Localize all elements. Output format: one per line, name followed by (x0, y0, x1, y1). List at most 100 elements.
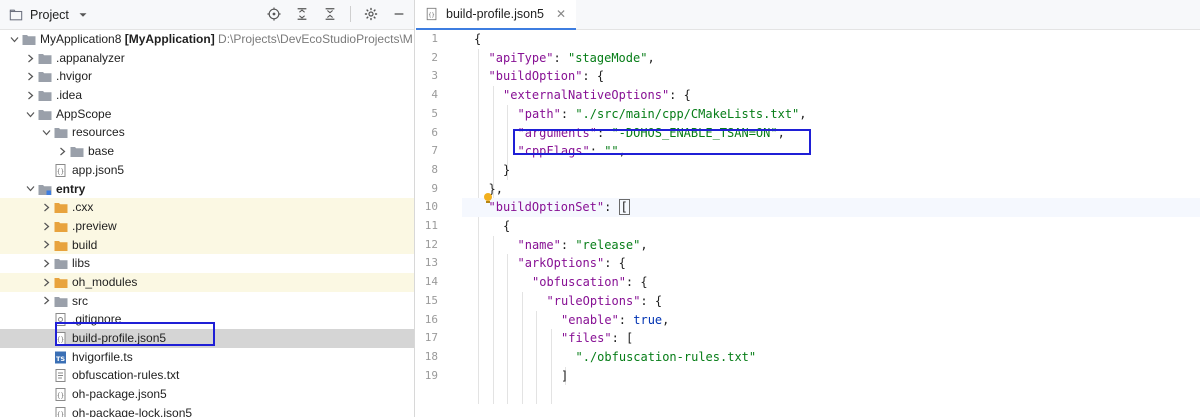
tree-item-hvigorfile-ts[interactable]: TS hvigorfile.ts (0, 348, 414, 367)
code-line[interactable]: "enable": true, (462, 311, 1200, 330)
tree-item-appanalyzer[interactable]: .appanalyzer (0, 49, 414, 68)
code-line[interactable]: "files": [ (462, 329, 1200, 348)
code-line[interactable]: "./obfuscation-rules.txt" (462, 348, 1200, 367)
tree-item-src[interactable]: src (0, 292, 414, 311)
code-line[interactable]: "externalNativeOptions": { (462, 86, 1200, 105)
code-line[interactable]: "arkOptions": { (462, 254, 1200, 273)
gear-icon[interactable] (363, 6, 379, 22)
hide-icon[interactable] (391, 6, 407, 22)
folder-icon (38, 108, 52, 120)
orange-folder-icon (54, 239, 68, 251)
tree-item-build-profile-json5[interactable]: {} build-profile.json5 (0, 329, 414, 348)
tree-item-label: .gitignore (72, 310, 121, 329)
code-line[interactable]: "path": "./src/main/cpp/CMakeLists.txt", (462, 105, 1200, 124)
collapse-all-icon[interactable] (322, 6, 338, 22)
code-line[interactable]: "name": "release", (462, 236, 1200, 255)
chevron-right-icon[interactable] (56, 142, 68, 161)
folder-icon (54, 257, 68, 270)
chevron-right-icon[interactable] (40, 273, 52, 292)
svg-text:{}: {} (57, 393, 64, 400)
line-number: 14 (424, 275, 438, 289)
code-area[interactable]: 1 2 3 4 5 6 7 8 9 10 11 12 13 14 15 16 17 18 19 {"apiType"… (416, 30, 1200, 417)
tree-item-oh-modules[interactable]: oh_modules (0, 272, 414, 292)
expand-all-icon[interactable] (294, 6, 310, 22)
chevron-right-icon[interactable] (40, 254, 52, 273)
json-punctuation: } (503, 162, 511, 177)
chevron-right-icon[interactable] (40, 236, 52, 255)
bracket-match: [ (618, 199, 630, 216)
tree-item-idea[interactable]: .idea (0, 86, 414, 105)
tree-item-name: app.json5 (72, 162, 125, 177)
code-line[interactable]: "ruleOptions": { (462, 292, 1200, 311)
svg-text:{}: {} (57, 168, 64, 175)
tree-item-entry[interactable]: entry (0, 180, 414, 199)
tree-item-name: build-profile.json5 (72, 331, 167, 345)
tree-item-gitignore[interactable]: .gitignore (0, 310, 414, 329)
locate-icon[interactable] (266, 6, 282, 22)
tree-item-cxx[interactable]: .cxx (0, 198, 414, 217)
close-icon[interactable]: ✕ (556, 7, 566, 21)
chevron-down-icon[interactable] (75, 7, 91, 23)
line-number: 18 (424, 349, 438, 363)
tree-item-oh-package-lock-json5[interactable]: {} oh-package-lock.json5 (0, 404, 414, 417)
line-number: 10 (424, 200, 438, 214)
line-number: 13 (424, 256, 438, 270)
json-key: "buildOptionSet" (488, 200, 605, 215)
tree-item-myapplication8[interactable]: MyApplication8 [MyApplication] D:\Projec… (0, 30, 414, 49)
code-line[interactable]: "obfuscation": { (462, 273, 1200, 292)
code-line[interactable]: }, (462, 180, 1200, 199)
tab-build-profile-json5[interactable]: {} build-profile.json5 ✕ (416, 0, 577, 30)
code-line[interactable]: "buildOptionSet": [ (462, 198, 1200, 217)
chevron-right-icon[interactable] (40, 217, 52, 236)
chevron-right-icon[interactable] (40, 198, 52, 217)
project-view-selector[interactable]: Project (8, 7, 91, 23)
tree-item-label: .cxx (72, 198, 93, 217)
json-keyword: true (633, 312, 663, 327)
tree-item-resources[interactable]: resources (0, 123, 414, 142)
project-panel-title: Project (30, 8, 69, 22)
code-line[interactable]: ] (462, 367, 1200, 386)
tree-item-label: libs (72, 254, 90, 273)
chevron-down-icon[interactable] (24, 105, 36, 124)
json-punctuation: : [ (611, 331, 634, 346)
code-line[interactable]: { (462, 30, 1200, 49)
code-line[interactable]: "cppFlags": "", (462, 142, 1200, 161)
chevron-right-icon[interactable] (24, 49, 36, 68)
tree-item-base[interactable]: base (0, 142, 414, 161)
json-key: "arguments" (517, 125, 597, 140)
tree-item-build[interactable]: build (0, 235, 414, 255)
lightbulb-icon[interactable] (482, 192, 494, 204)
tree-item-label: resources (72, 123, 125, 142)
tree-item-label: oh-package.json5 (72, 385, 167, 404)
line-number: 3 (431, 69, 438, 83)
chevron-down-icon[interactable] (8, 30, 20, 49)
code-line[interactable]: "arguments": "-DOHOS_ENABLE_TSAN=ON", (462, 124, 1200, 143)
tree-item-hvigor[interactable]: .hvigor (0, 67, 414, 86)
json-string: "./obfuscation-rules.txt" (575, 349, 757, 364)
tree-item-label: app.json5 (72, 161, 124, 180)
chevron-down-icon[interactable] (40, 123, 52, 142)
json-key: "name" (517, 237, 561, 252)
code-line[interactable]: { (462, 217, 1200, 236)
gitignore-file-icon (54, 313, 68, 327)
code-line[interactable]: "buildOption": { (462, 67, 1200, 86)
chevron-right-icon[interactable] (40, 292, 52, 311)
json-punctuation: : (553, 50, 568, 65)
tree-item-oh-package-json5[interactable]: {} oh-package.json5 (0, 385, 414, 404)
chevron-right-icon[interactable] (24, 67, 36, 86)
chevron-down-icon[interactable] (24, 180, 36, 199)
tree-item-obfuscation-rules-txt[interactable]: obfuscation-rules.txt (0, 366, 414, 385)
tree-item-preview[interactable]: .preview (0, 216, 414, 236)
tree-item-app-json5[interactable]: {} app.json5 (0, 161, 414, 180)
chevron-right-icon[interactable] (24, 86, 36, 105)
tree-item-appscope[interactable]: AppScope (0, 105, 414, 124)
tree-item-name: base (88, 144, 115, 159)
json-punctuation: , (647, 50, 655, 65)
json-punctuation: , (777, 125, 785, 140)
svg-text:{}: {} (57, 337, 64, 344)
json-punctuation: : { (604, 256, 626, 271)
code-line[interactable]: "apiType": "stageMode", (462, 49, 1200, 68)
tree-item-libs[interactable]: libs (0, 254, 414, 273)
code-line[interactable]: } (462, 161, 1200, 180)
code-content[interactable]: {"apiType": "stageMode", "buildOption": {… (462, 30, 1200, 417)
